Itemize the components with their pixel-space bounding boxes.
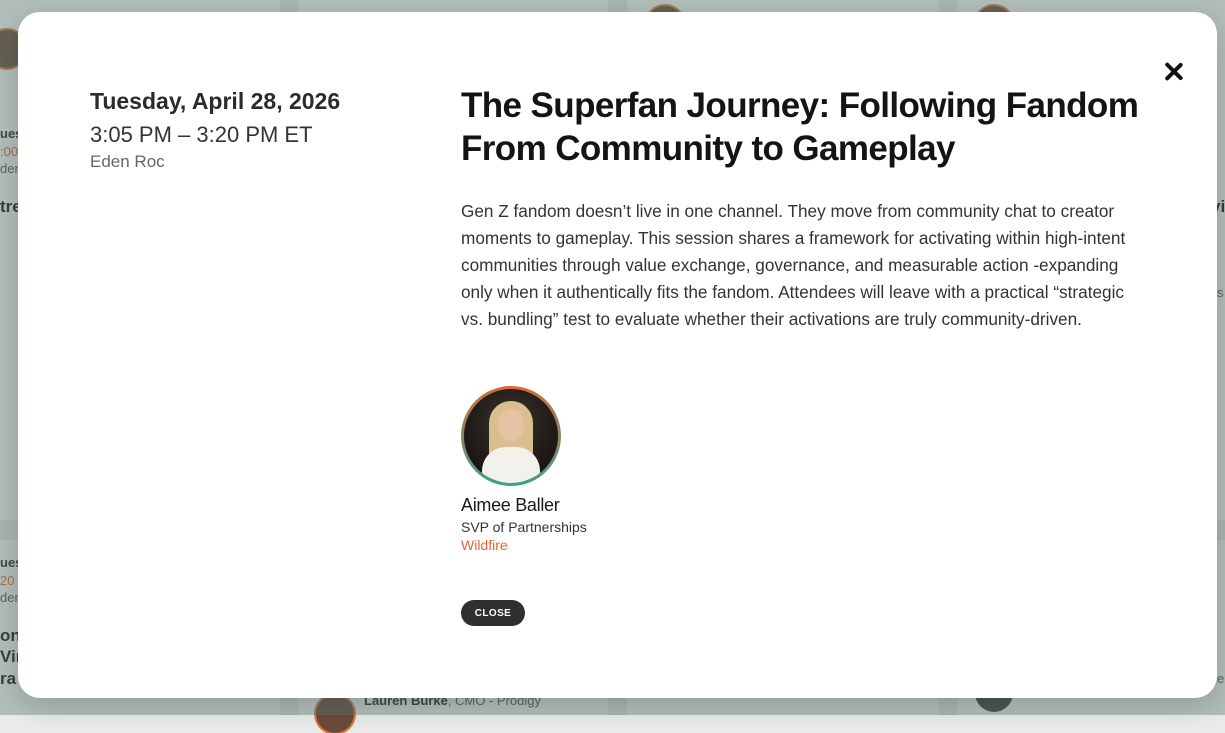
close-button[interactable]: CLOSE: [461, 600, 525, 626]
speaker-company: Wildfire: [461, 537, 508, 553]
session-time: 3:05 PM – 3:20 PM ET: [90, 122, 313, 147]
speaker-photo: [464, 389, 558, 483]
close-icon[interactable]: [1158, 56, 1188, 86]
speaker-role: SVP of Partnerships: [461, 519, 587, 535]
speaker-name[interactable]: Aimee Baller: [461, 495, 560, 516]
session-detail-modal: Tuesday, April 28, 2026 3:05 PM – 3:20 P…: [18, 12, 1217, 698]
session-room: Eden Roc: [90, 152, 165, 171]
session-title: The Superfan Journey: Following Fandom F…: [461, 86, 1139, 168]
session-description: Gen Z fandom doesn’t live in one channel…: [461, 201, 1126, 329]
session-date: Tuesday, April 28, 2026: [90, 88, 341, 114]
speaker-avatar[interactable]: [461, 386, 561, 486]
